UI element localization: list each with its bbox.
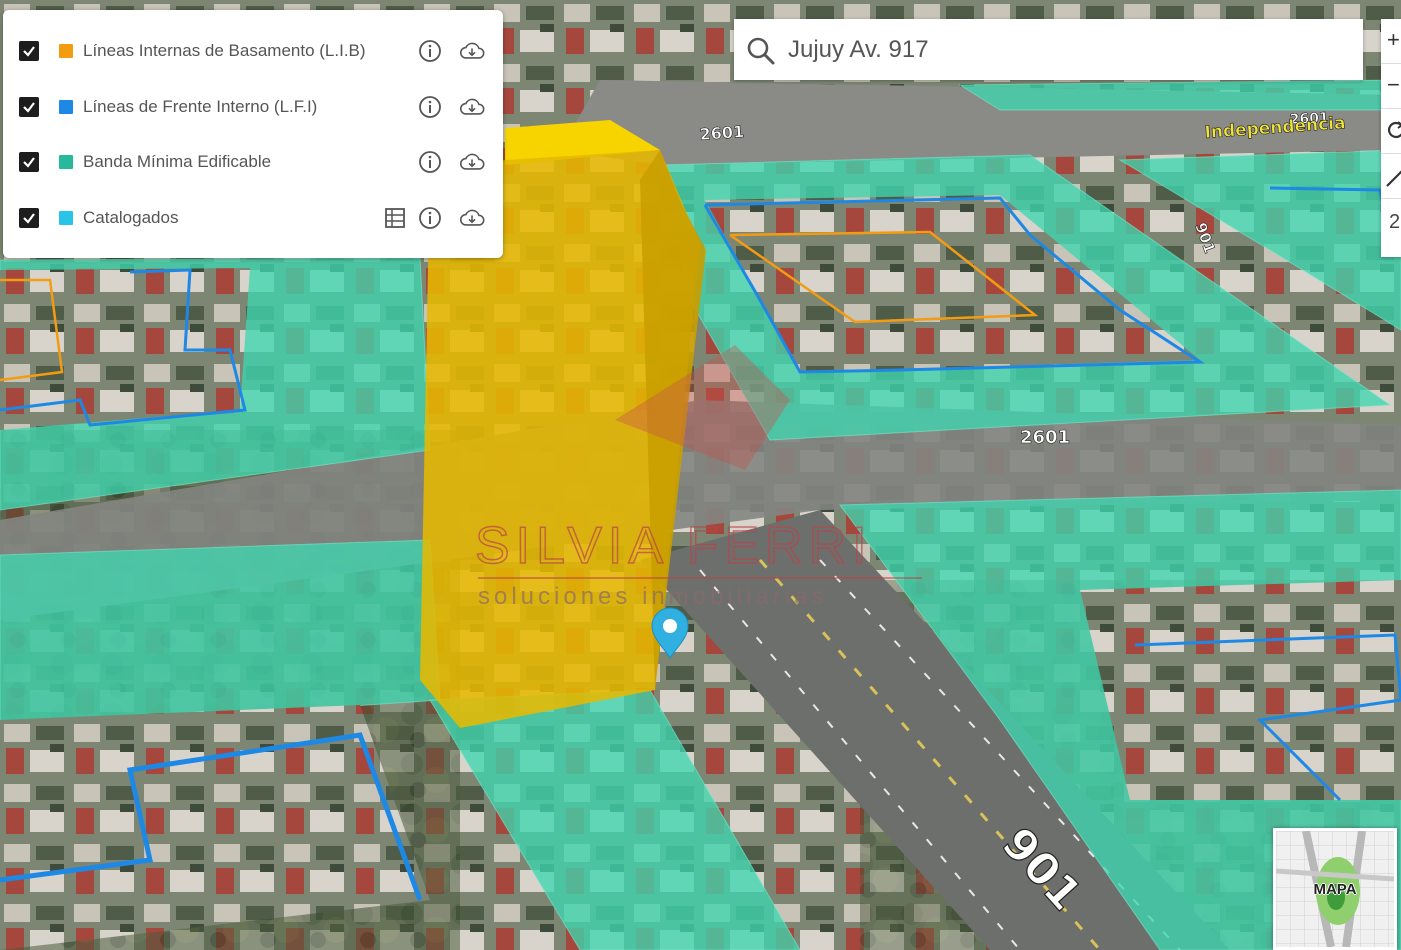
street-number-label: 2601 (1020, 427, 1070, 448)
layer-label: Líneas Internas de Basamento (L.I.B) (83, 41, 366, 60)
location-pin-dot (663, 619, 677, 633)
block-interior-se (1080, 580, 1401, 800)
zoom-out-label: − (1387, 72, 1400, 97)
search-icon[interactable] (746, 36, 776, 66)
watermark-brand: SILVIA FERRI (475, 517, 873, 575)
checkmark-icon (23, 213, 35, 224)
watermark-tagline: soluciones inmobiliarias (478, 583, 827, 610)
zoom-out-button[interactable]: − (1381, 64, 1401, 109)
info-icon[interactable] (417, 149, 443, 175)
cloud-download-icon[interactable] (459, 205, 485, 231)
layer-color-swatch (59, 44, 73, 58)
view-mode-button[interactable]: 2 (1381, 199, 1401, 243)
buildable-band-block-top (958, 79, 1401, 111)
buildable-band-block-sw (0, 539, 441, 731)
info-icon[interactable] (417, 38, 443, 64)
map-toolbar: + − 2 (1381, 19, 1401, 257)
layer-label: Banda Mínima Edificable (83, 152, 272, 171)
checkmark-icon (23, 102, 35, 113)
layer-label: Líneas de Frente Interno (L.F.I) (83, 97, 318, 116)
layer-checkbox-lib[interactable] (19, 41, 39, 61)
info-icon[interactable] (417, 205, 443, 231)
rotate-icon (1388, 121, 1401, 138)
tilt-button[interactable] (1381, 154, 1401, 199)
checkmark-icon (23, 157, 35, 168)
cloud-download-icon[interactable] (459, 94, 485, 120)
layer-row-lib: Líneas Internas de Basamento (L.I.B) (3, 31, 503, 71)
layer-row-lfi: Líneas de Frente Interno (L.F.I) (3, 87, 503, 127)
layer-color-swatch (59, 100, 73, 114)
layer-row-banda: Banda Mínima Edificable (3, 142, 503, 182)
rotate-button[interactable] (1381, 109, 1401, 154)
minimap-toggle[interactable]: MAPA (1273, 828, 1397, 950)
layer-color-swatch (59, 155, 73, 169)
zoom-in-label: + (1387, 27, 1400, 52)
minimap-label: MAPA (1313, 881, 1357, 898)
street-number-label: 2601 (699, 122, 745, 144)
search-input[interactable] (786, 29, 1350, 71)
cloud-download-icon[interactable] (459, 149, 485, 175)
checkmark-icon (23, 46, 35, 57)
layer-checkbox-catalogados[interactable] (19, 208, 39, 228)
layer-label: Catalogados (83, 208, 179, 227)
table-icon[interactable] (382, 205, 408, 231)
layer-color-swatch (59, 211, 73, 225)
layer-row-catalogados: Catalogados (3, 198, 503, 238)
tilt-icon (1386, 170, 1401, 187)
layer-checkbox-lfi[interactable] (19, 97, 39, 117)
cloud-download-icon[interactable] (459, 38, 485, 64)
zoom-in-button[interactable]: + (1381, 19, 1401, 64)
info-icon[interactable] (417, 94, 443, 120)
layer-checkbox-banda[interactable] (19, 152, 39, 172)
view-mode-label: 2 (1389, 211, 1401, 233)
layers-panel: Líneas Internas de Basamento (L.I.B) Lín… (3, 10, 503, 258)
search-bar (734, 19, 1363, 80)
